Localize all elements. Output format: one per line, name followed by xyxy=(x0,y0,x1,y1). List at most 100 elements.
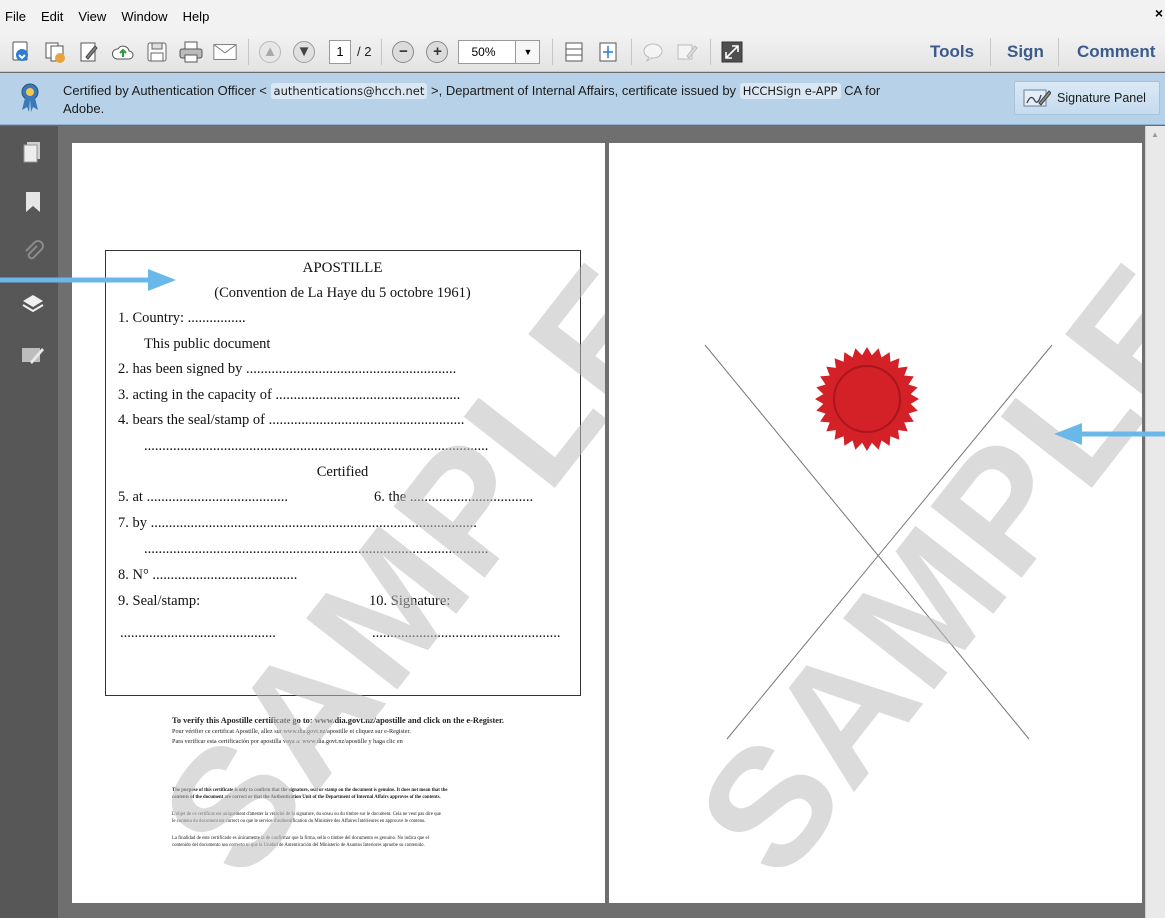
purpose-spanish-1: La finalidad de este certificado es únic… xyxy=(172,836,429,841)
menu-window[interactable]: Window xyxy=(121,9,167,24)
cert-text-4: Adobe. xyxy=(63,101,105,116)
field-at: 5. at ..................................… xyxy=(118,489,288,505)
verify-english: To verify this Apostille certificate go … xyxy=(172,716,505,725)
certificate-ribbon-icon xyxy=(21,83,39,112)
purpose-french-2: le contenu du document est correct ou qu… xyxy=(172,819,426,824)
cert-text-2: >, Department of Internal Affairs, certi… xyxy=(431,83,737,98)
field-number: 8. N° ..................................… xyxy=(118,567,298,583)
signature-panel-label: Signature Panel xyxy=(1057,91,1146,105)
comment-note-button[interactable] xyxy=(640,39,666,65)
expand-icon xyxy=(721,41,743,62)
email-button[interactable] xyxy=(212,39,238,65)
arrow-up-icon: ▲ xyxy=(259,40,281,63)
field-seal-stamp-of: 4. bears the seal/stamp of .............… xyxy=(118,412,465,428)
toolbar: ▲ ▼ 1 / 2 − + 50% ▼ Tools Sign Comment xyxy=(0,32,1165,72)
certification-bar: Certified by Authentication Officer < au… xyxy=(0,73,1165,125)
layers-icon[interactable] xyxy=(21,292,45,316)
field-signature: 10. Signature: xyxy=(369,593,451,609)
envelope-icon xyxy=(213,43,237,60)
pdf-page-1: APOSTILLE (Convention de La Haye du 5 oc… xyxy=(72,143,605,903)
highlight-button[interactable] xyxy=(674,39,700,65)
vertical-scrollbar[interactable]: ▲ xyxy=(1145,126,1165,918)
minus-icon: − xyxy=(392,40,415,63)
purpose-spanish-2: contenido del documento sea correcto ni … xyxy=(172,843,425,848)
menu-view[interactable]: View xyxy=(78,9,106,24)
arrow-down-icon: ▼ xyxy=(293,40,315,63)
field-seal-stamp: 9. Seal/stamp: xyxy=(118,593,201,609)
field-country: 1. Country: ................ xyxy=(118,310,246,326)
arrow-left-icon xyxy=(1054,423,1165,445)
page-number-input[interactable]: 1 xyxy=(329,39,351,64)
create-pdf-icon xyxy=(12,41,28,61)
field-the: 6. the .................................… xyxy=(374,489,534,505)
purpose-english-2: contents of the document are correct or … xyxy=(172,795,441,800)
upload-cloud-icon xyxy=(111,45,134,59)
certified-heading: Certified xyxy=(316,464,369,480)
cert-text-3: CA for xyxy=(844,83,881,98)
field-public-document: This public document xyxy=(144,336,271,352)
fit-width-button[interactable] xyxy=(561,39,587,65)
purpose-english-1: The purpose of this certificate is only … xyxy=(172,788,448,793)
seal-stamp-dots: ........................................… xyxy=(120,625,276,641)
create-pdf-button[interactable] xyxy=(8,39,34,65)
red-seal-icon xyxy=(815,347,919,451)
full-screen-button[interactable] xyxy=(719,39,745,65)
apostille-form: APOSTILLE (Convention de La Haye du 5 oc… xyxy=(105,250,581,696)
scroll-up-icon[interactable]: ▲ xyxy=(1151,130,1159,139)
save-button[interactable] xyxy=(144,39,170,65)
signature-panel-button[interactable]: Signature Panel xyxy=(1014,81,1160,115)
edit-document-button[interactable] xyxy=(76,39,102,65)
previous-page-button[interactable]: ▲ xyxy=(257,39,283,65)
menu-file[interactable]: File xyxy=(5,9,26,24)
toolbar-separator xyxy=(381,38,383,65)
tab-sign[interactable]: Sign xyxy=(1007,32,1044,72)
highlighter-icon xyxy=(677,44,699,59)
menu-help[interactable]: Help xyxy=(183,9,210,24)
toolbar-separator xyxy=(552,38,554,65)
upload-cloud-button[interactable] xyxy=(110,39,136,65)
verify-french: Pour vérifier ce certificat Apostille, a… xyxy=(172,728,411,735)
menu-edit[interactable]: Edit xyxy=(41,9,63,24)
speech-bubble-icon xyxy=(643,43,663,62)
combine-files-button[interactable] xyxy=(42,39,68,65)
cross-out-lines xyxy=(704,344,1053,740)
bookmark-icon[interactable] xyxy=(21,190,45,214)
field-capacity: 3. acting in the capacity of ...........… xyxy=(118,387,461,403)
zoom-out-button[interactable]: − xyxy=(390,39,416,65)
toolbar-separator xyxy=(631,38,633,65)
fit-page-button[interactable] xyxy=(595,39,621,65)
tab-tools[interactable]: Tools xyxy=(930,32,974,72)
plus-icon: + xyxy=(426,40,449,63)
purpose-french-1: L'objet de ce certificat est uniquement … xyxy=(172,812,442,817)
cert-text-1: Certified by Authentication Officer < xyxy=(63,83,267,98)
verify-spanish: Para verificar esta certificación por ap… xyxy=(172,738,403,745)
next-page-button[interactable]: ▼ xyxy=(291,39,317,65)
tab-comment[interactable]: Comment xyxy=(1077,32,1155,72)
print-button[interactable] xyxy=(178,39,204,65)
tab-separator xyxy=(990,38,991,66)
edit-document-icon xyxy=(80,42,98,61)
cert-issuer: HCCHSign e-APP xyxy=(739,83,841,99)
certification-message: Certified by Authentication Officer < au… xyxy=(63,82,983,117)
zoom-dropdown-button[interactable]: ▼ xyxy=(516,39,541,64)
zoom-in-button[interactable]: + xyxy=(424,39,450,65)
navigation-rail xyxy=(0,126,58,918)
toolbar-separator xyxy=(710,38,712,65)
cert-email: authentications@hcch.net xyxy=(270,83,428,99)
menu-bar: File Edit View Window Help × xyxy=(0,0,1165,32)
zoom-level-input[interactable]: 50% xyxy=(458,39,517,64)
fit-width-icon xyxy=(565,42,583,61)
save-icon xyxy=(147,42,167,61)
field-seal-stamp-continued: ........................................… xyxy=(144,438,489,454)
toolbar-separator xyxy=(248,38,249,65)
pdf-page-2: SAMPLE xyxy=(609,143,1142,903)
print-icon xyxy=(179,41,203,62)
close-icon[interactable]: × xyxy=(1155,5,1163,21)
signatures-icon[interactable] xyxy=(21,344,45,368)
field-by-continued: ........................................… xyxy=(144,541,489,557)
page-thumbnails-icon[interactable] xyxy=(21,140,45,164)
tab-separator xyxy=(1058,38,1059,66)
paperclip-icon[interactable] xyxy=(21,240,45,264)
document-viewport[interactable]: APOSTILLE (Convention de La Haye du 5 oc… xyxy=(58,126,1165,918)
signature-pen-icon xyxy=(1023,89,1051,107)
